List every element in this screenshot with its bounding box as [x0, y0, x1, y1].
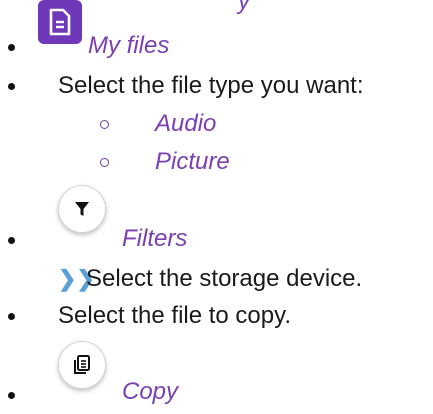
bullet-select-type [8, 83, 15, 90]
filter-button[interactable] [58, 185, 106, 233]
document-icon [38, 0, 82, 44]
sub-bullet-picture [100, 158, 109, 167]
picture-label: Picture [155, 148, 230, 175]
header-fragment: y [238, 0, 250, 15]
sub-bullet-audio [100, 120, 109, 129]
my-files-label: My files [88, 32, 170, 59]
audio-label: Audio [155, 110, 217, 137]
filter-icon [75, 202, 89, 216]
select-type-text: Select the file type you want: [58, 72, 364, 99]
bullet-filters [8, 237, 15, 244]
bullet-select-file [8, 313, 15, 320]
copy-icon [74, 355, 90, 374]
filters-label: Filters [122, 225, 188, 252]
storage-text: Select the storage device. [86, 265, 363, 292]
bullet-copy [8, 392, 15, 399]
copy-label: Copy [122, 378, 179, 405]
copy-button[interactable] [58, 341, 106, 389]
select-file-text: Select the file to copy. [58, 302, 292, 329]
bullet-my-files [8, 44, 15, 51]
